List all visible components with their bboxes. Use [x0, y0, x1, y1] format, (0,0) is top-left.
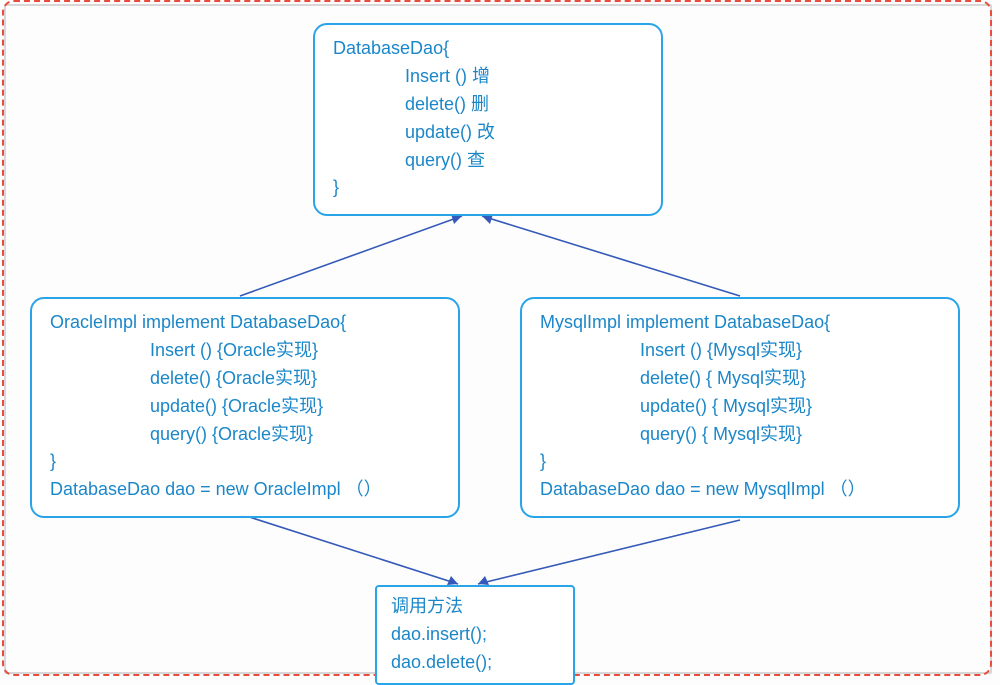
oracle-declaration: DatabaseDao dao = new OracleImpl （） — [50, 476, 440, 504]
interface-close: } — [333, 174, 643, 202]
mysql-method-insert: Insert () {Mysql实现} — [540, 337, 940, 365]
interface-header: DatabaseDao{ — [333, 35, 643, 63]
caller-line-2: dao.insert(); — [391, 621, 559, 649]
mysql-method-query: query() { Mysql实现} — [540, 421, 940, 449]
mysql-method-delete: delete() { Mysql实现} — [540, 365, 940, 393]
mysql-header: MysqlImpl implement DatabaseDao{ — [540, 309, 940, 337]
box-oracle-impl: OracleImpl implement DatabaseDao{ Insert… — [30, 297, 460, 518]
interface-method-insert: Insert () 增 — [333, 63, 643, 91]
box-mysql-impl: MysqlImpl implement DatabaseDao{ Insert … — [520, 297, 960, 518]
mysql-declaration: DatabaseDao dao = new MysqlImpl （） — [540, 476, 940, 504]
interface-method-query: query() 查 — [333, 147, 643, 175]
oracle-close: } — [50, 448, 440, 476]
box-caller: 调用方法 dao.insert(); dao.delete(); — [375, 585, 575, 685]
mysql-method-update: update() { Mysql实现} — [540, 393, 940, 421]
box-database-dao: DatabaseDao{ Insert () 增 delete() 删 upda… — [313, 23, 663, 216]
oracle-header: OracleImpl implement DatabaseDao{ — [50, 309, 440, 337]
oracle-method-query: query() {Oracle实现} — [50, 421, 440, 449]
oracle-method-delete: delete() {Oracle实现} — [50, 365, 440, 393]
interface-method-delete: delete() 删 — [333, 91, 643, 119]
caller-line-1: 调用方法 — [391, 593, 559, 621]
oracle-method-insert: Insert () {Oracle实现} — [50, 337, 440, 365]
oracle-method-update: update() {Oracle实现} — [50, 393, 440, 421]
caller-line-3: dao.delete(); — [391, 649, 559, 677]
interface-method-update: update() 改 — [333, 119, 643, 147]
mysql-close: } — [540, 448, 940, 476]
